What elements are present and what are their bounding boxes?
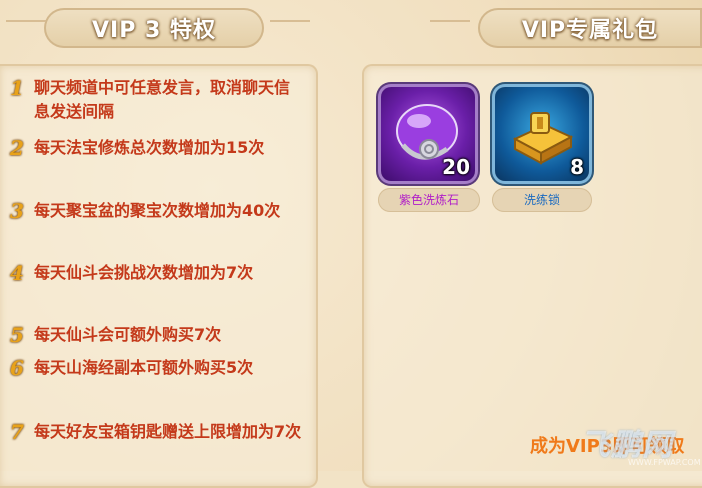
- gift-quantity: 20: [442, 155, 470, 179]
- gift-quantity: 8: [570, 155, 584, 179]
- privilege-item: 4 每天仙斗会挑战次数增加为7次: [6, 261, 304, 285]
- privilege-item: 5 每天仙斗会可额外购买7次: [6, 323, 304, 347]
- privilege-text: 每天仙斗会可额外购买7次: [34, 325, 222, 344]
- privilege-item: 1 聊天频道中可任意发言，取消聊天信息发送间隔: [6, 76, 304, 124]
- privilege-text: 每天聚宝盆的聚宝次数增加为40次: [34, 201, 281, 220]
- privilege-text: 每天法宝修炼总次数增加为15次: [34, 138, 265, 157]
- header-ornament-right: [270, 20, 310, 32]
- site-watermark-url: WWW.FPWAP.COM: [628, 458, 701, 467]
- privilege-number: 4: [10, 261, 24, 285]
- vip-gift-title: VIP专属礼包: [521, 18, 659, 43]
- header-ornament-left-2: [430, 20, 470, 32]
- privilege-item: 7 每天好友宝箱钥匙赠送上限增加为7次: [6, 420, 304, 444]
- privilege-number: 7: [10, 420, 24, 444]
- privilege-number: 2: [10, 136, 24, 160]
- privilege-text: 每天仙斗会挑战次数增加为7次: [34, 263, 254, 282]
- privilege-item: 3 每天聚宝盆的聚宝次数增加为40次: [6, 199, 304, 223]
- vip-gift-header: VIP专属礼包: [478, 8, 702, 48]
- privilege-number: 5: [10, 323, 24, 347]
- vip-privilege-title: VIP 3 特权: [92, 18, 216, 43]
- privilege-item: 6 每天山海经副本可额外购买5次: [6, 356, 304, 380]
- privilege-number: 6: [10, 356, 24, 380]
- privilege-number: 1: [10, 76, 24, 100]
- privilege-text: 每天好友宝箱钥匙赠送上限增加为7次: [34, 422, 302, 441]
- gift-item-purple-stone[interactable]: 20: [381, 87, 475, 181]
- privilege-number: 3: [10, 199, 24, 223]
- privilege-text: 每天山海经副本可额外购买5次: [34, 358, 254, 377]
- header-ornament-left: [6, 20, 46, 32]
- privilege-item: 2 每天法宝修炼总次数增加为15次: [6, 136, 304, 160]
- vip-privilege-header: VIP 3 特权: [44, 8, 264, 48]
- gift-name-label: 紫色洗炼石: [378, 188, 480, 212]
- gift-item-lock[interactable]: 8: [495, 87, 589, 181]
- privilege-text: 聊天频道中可任意发言，取消聊天信息发送间隔: [34, 78, 291, 121]
- gift-name-label: 洗练锁: [492, 188, 592, 212]
